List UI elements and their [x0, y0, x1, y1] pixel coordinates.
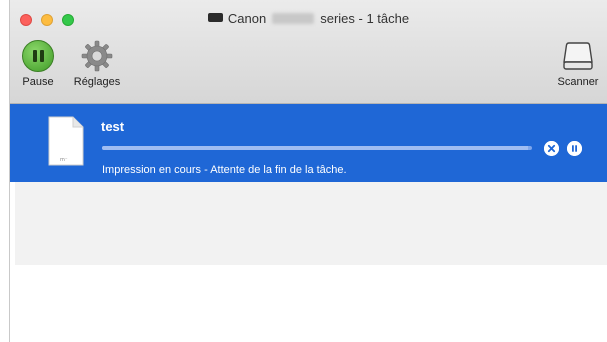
document-icon: m⁻: [48, 116, 84, 166]
print-queue-window: Canon series - 1 tâche Pause Réglages Sc…: [9, 0, 607, 342]
redacted-model-name: [272, 13, 315, 24]
settings-button[interactable]: Réglages: [66, 40, 128, 88]
settings-label: Réglages: [73, 76, 121, 88]
pause-label: Pause: [22, 76, 54, 88]
job-name: test: [101, 119, 125, 134]
scanner-label: Scanner: [557, 76, 599, 88]
title-bar: Canon series - 1 tâche Pause Réglages Sc…: [10, 0, 607, 104]
job-status-text: Impression en cours - Attente de la fin …: [102, 164, 347, 176]
document-icon-text: m⁻: [60, 157, 68, 163]
job-list-empty-area: [15, 182, 607, 265]
job-progress-bar: [102, 146, 532, 150]
cancel-icon: [544, 141, 559, 156]
printer-icon: [207, 13, 223, 22]
gear-icon: [81, 40, 113, 72]
title-prefix: Canon: [227, 11, 267, 26]
title-suffix: series - 1 tâche: [320, 11, 410, 26]
pause-button[interactable]: Pause: [18, 40, 58, 88]
scanner-icon: [563, 42, 593, 70]
job-progress-fill: [102, 146, 528, 150]
print-job-row[interactable]: m⁻ test Impression en cours - Attente de…: [10, 104, 607, 182]
pause-icon: [22, 40, 54, 72]
hold-icon: [567, 141, 582, 156]
window-title: Canon series - 1 tâche: [10, 11, 607, 26]
hold-job-button[interactable]: [567, 141, 582, 156]
scanner-button[interactable]: Scanner: [553, 40, 603, 88]
cancel-job-button[interactable]: [544, 141, 559, 156]
